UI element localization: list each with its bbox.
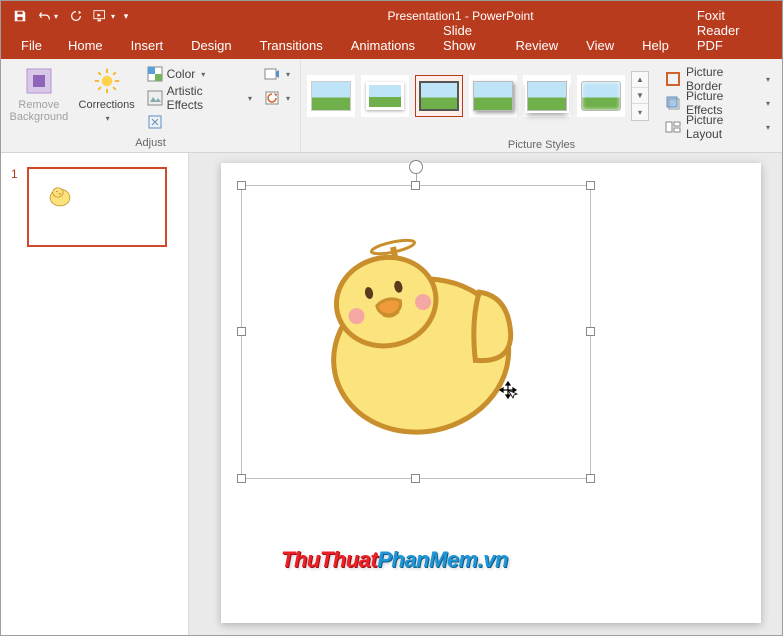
undo-button[interactable]: ▾ [35, 3, 61, 29]
watermark-part3: .vn [478, 547, 508, 572]
ribbon-tabs: File Home Insert Design Transitions Anim… [1, 31, 782, 59]
slide-number: 1 [11, 167, 21, 247]
color-label: Color [167, 67, 196, 81]
slide-panel: 1 [1, 153, 189, 635]
color-icon [147, 66, 163, 82]
style-thumb-6[interactable] [577, 75, 625, 117]
picture-selection-box[interactable] [241, 185, 591, 479]
workspace: 1 [1, 153, 782, 635]
picture-styles-group-label: Picture Styles [301, 139, 782, 154]
canvas-area[interactable]: ThuThuatPhanMem.vn [189, 153, 782, 635]
adjust-group-label: Adjust [1, 137, 300, 152]
tab-home[interactable]: Home [54, 32, 117, 59]
style-thumb-1[interactable] [307, 75, 355, 117]
resize-handle-mr[interactable] [586, 327, 595, 336]
tab-animations[interactable]: Animations [337, 32, 429, 59]
compress-pictures-button[interactable] [143, 111, 256, 133]
rotate-handle[interactable] [409, 160, 423, 174]
resize-handle-tl[interactable] [237, 181, 246, 190]
artistic-label: Artistic Effects [167, 84, 242, 112]
tab-design[interactable]: Design [177, 32, 245, 59]
watermark: ThuThuatPhanMem.vn [281, 547, 508, 573]
gallery-up-button[interactable]: ▲ [632, 72, 648, 88]
watermark-part2: PhanMem [377, 547, 477, 572]
tab-help[interactable]: Help [628, 32, 683, 59]
resize-handle-tr[interactable] [586, 181, 595, 190]
save-button[interactable] [7, 3, 33, 29]
reset-icon [264, 90, 280, 106]
style-thumb-4[interactable] [469, 75, 517, 117]
compress-icon [147, 114, 163, 130]
style-thumb-5[interactable] [523, 75, 571, 117]
corrections-button[interactable]: Corrections ▾ [75, 63, 139, 125]
watermark-part1: ThuThuat [281, 547, 377, 572]
resize-handle-bm[interactable] [411, 474, 420, 483]
ribbon-group-picture-styles: ▲ ▼ ▾ Picture Border▾ Picture Effects▾ P… [301, 59, 782, 152]
ribbon-group-adjust: Remove Background Corrections ▾ Color▾ A… [1, 59, 301, 152]
artistic-icon [147, 90, 163, 106]
effects-icon [665, 95, 681, 111]
remove-background-label: Remove Background [7, 99, 71, 123]
title-bar: ▾ ▾ ▾ Presentation1 - PowerPoint [1, 1, 782, 31]
remove-background-button[interactable]: Remove Background [7, 63, 71, 123]
move-cursor-icon [498, 380, 518, 405]
tab-file[interactable]: File [9, 32, 54, 59]
sun-icon [91, 65, 123, 97]
slide-thumbnail-1[interactable]: 1 [11, 167, 178, 247]
resize-handle-br[interactable] [586, 474, 595, 483]
gallery-down-button[interactable]: ▼ [632, 88, 648, 104]
chick-image[interactable] [302, 226, 532, 451]
style-thumb-3[interactable] [415, 75, 463, 117]
customize-qat-button[interactable]: ▾ [119, 3, 133, 29]
tab-review[interactable]: Review [502, 32, 573, 59]
picture-effects-button[interactable]: Picture Effects▾ [659, 91, 776, 115]
picture-layout-label: Picture Layout [686, 113, 759, 141]
ribbon: Remove Background Corrections ▾ Color▾ A… [1, 59, 782, 153]
resize-handle-bl[interactable] [237, 474, 246, 483]
resize-handle-tm[interactable] [411, 181, 420, 190]
tab-transitions[interactable]: Transitions [246, 32, 337, 59]
style-thumb-2[interactable] [361, 75, 409, 117]
picture-layout-button[interactable]: Picture Layout▾ [659, 115, 776, 139]
gallery-more-button[interactable]: ▾ [632, 104, 648, 120]
corrections-label: Corrections [79, 99, 135, 111]
tab-slideshow[interactable]: Slide Show [429, 17, 501, 59]
reset-picture-button[interactable]: ▾ [260, 87, 294, 109]
redo-button[interactable] [63, 3, 89, 29]
tab-insert[interactable]: Insert [117, 32, 178, 59]
start-from-beginning-button[interactable]: ▾ [91, 3, 117, 29]
border-icon [665, 71, 681, 87]
slide-preview [27, 167, 167, 247]
picture-border-button[interactable]: Picture Border▾ [659, 67, 776, 91]
slide-canvas[interactable]: ThuThuatPhanMem.vn [221, 163, 761, 623]
artistic-effects-button[interactable]: Artistic Effects▾ [143, 87, 256, 109]
change-picture-button[interactable]: ▾ [260, 63, 294, 85]
quick-access-toolbar: ▾ ▾ ▾ [1, 3, 139, 29]
tab-view[interactable]: View [572, 32, 628, 59]
layout-icon [665, 119, 681, 135]
color-button[interactable]: Color▾ [143, 63, 256, 85]
picture-style-gallery: ▲ ▼ ▾ [307, 63, 649, 121]
gallery-nav: ▲ ▼ ▾ [631, 71, 649, 121]
resize-handle-ml[interactable] [237, 327, 246, 336]
change-picture-icon [264, 66, 280, 82]
tab-foxit[interactable]: Foxit Reader PDF [683, 2, 782, 59]
chick-thumb-icon [47, 183, 73, 212]
